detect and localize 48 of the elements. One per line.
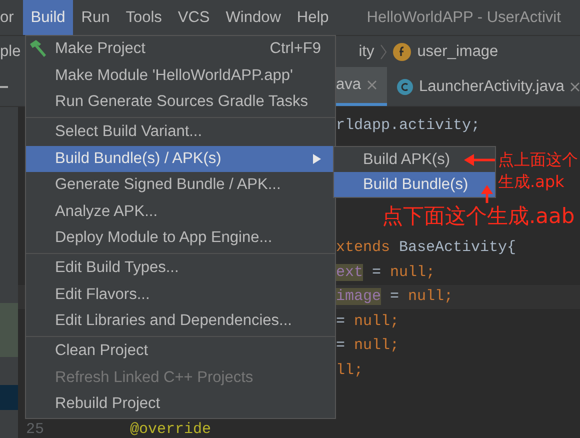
menu-item[interactable]: Deploy Module to App Engine... bbox=[26, 224, 335, 252]
window-title: HelloWorldAPP - UserActivit bbox=[366, 8, 561, 28]
menu-item[interactable]: Make Project Ctrl+F9 bbox=[26, 36, 335, 62]
menu-item[interactable]: Edit Flavors... bbox=[26, 282, 335, 308]
code-line: xtends BaseActivity{ bbox=[336, 239, 516, 256]
menu-item[interactable]: Build Bundle(s) / APK(s) bbox=[26, 146, 335, 172]
menu-bar-item[interactable]: Window bbox=[218, 0, 289, 35]
menu-bar-item[interactable]: Tools bbox=[118, 0, 170, 35]
menu-item[interactable]: Clean Project bbox=[26, 338, 335, 365]
menu-bar-item[interactable]: Run bbox=[73, 0, 118, 35]
menu-item[interactable]: Select Build Variant... bbox=[26, 119, 335, 146]
annotation-text: 点下面这个生成.aab bbox=[382, 203, 575, 229]
menu-bar-item[interactable]: Help bbox=[288, 0, 337, 35]
menu-bar-item[interactable]: VCS bbox=[170, 0, 218, 35]
editor-tab[interactable]: LauncherActivity.java bbox=[387, 67, 580, 106]
menu-bar-item[interactable]: or bbox=[0, 0, 23, 35]
code-line: ll; bbox=[336, 362, 364, 379]
annotation-arrow bbox=[464, 154, 495, 166]
annotation-arrow bbox=[481, 185, 493, 203]
menu-bar-item[interactable]: Build bbox=[22, 0, 74, 35]
breadcrumb-item[interactable]: ity bbox=[358, 42, 374, 60]
menu-item[interactable]: Generate Signed Bundle / APK... bbox=[26, 172, 335, 198]
code-line: @override bbox=[130, 420, 212, 438]
menu-item[interactable]: Make Module 'HelloWorldAPP.app' bbox=[26, 62, 335, 89]
menu-item[interactable]: Edit Build Types... bbox=[26, 255, 335, 282]
editor-tab[interactable]: ava bbox=[336, 67, 387, 106]
menu-item[interactable]: Rebuild Project bbox=[26, 391, 335, 418]
close-icon[interactable] bbox=[367, 80, 377, 90]
tree-row-selection bbox=[0, 385, 18, 410]
menu-item[interactable]: Build Bundle(s) bbox=[334, 172, 495, 197]
annotation-text: 点上面这个生成.apk bbox=[498, 149, 579, 193]
menu-item[interactable]: Run Generate Sources Gradle Tasks bbox=[26, 88, 335, 116]
tree-row-highlight bbox=[0, 303, 18, 357]
menu-item[interactable]: Analyze APK... bbox=[26, 198, 335, 225]
code-line: = null; bbox=[336, 337, 400, 354]
field-icon bbox=[393, 42, 412, 60]
breadcrumb-separator-icon bbox=[380, 44, 388, 60]
breadcrumb-item[interactable]: user_image bbox=[417, 42, 498, 60]
code-line: ext = null; bbox=[336, 264, 436, 281]
breadcrumb-item[interactable]: ple bbox=[0, 42, 21, 60]
code-line: rldapp.activity; bbox=[336, 116, 480, 134]
menu-item[interactable]: Edit Libraries and Dependencies... bbox=[26, 308, 335, 334]
line-number: 25 bbox=[26, 420, 46, 438]
code-line: image = null; bbox=[336, 288, 454, 306]
close-icon[interactable] bbox=[570, 82, 580, 92]
class-icon bbox=[397, 78, 413, 94]
menu-item[interactable]: Build APK(s) bbox=[334, 147, 495, 172]
code-line: = null; bbox=[336, 312, 400, 330]
